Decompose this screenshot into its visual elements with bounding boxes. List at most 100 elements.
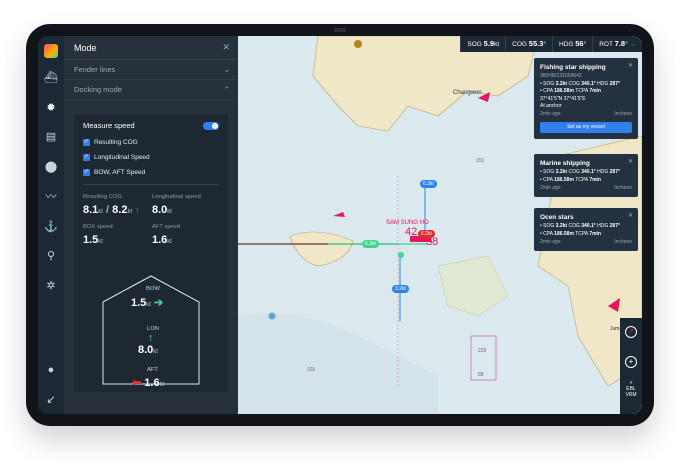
map-icon[interactable]: ▤	[43, 129, 59, 145]
measure-speed-toggle[interactable]	[203, 121, 219, 130]
depth-label: 88	[478, 372, 484, 378]
place-label: Changwon	[453, 90, 482, 96]
bow-value: 1.5kt ➔	[131, 297, 164, 309]
vessel-cpa-row: • CPA 186.58m TCPA 7min	[540, 176, 601, 183]
section-docking-mode[interactable]: Docking mode ⌃	[64, 80, 238, 100]
vessel-cpa-row: • CPA 186.58m TCPA 7min	[540, 88, 601, 94]
arrow-up-icon: ↑	[135, 205, 140, 215]
vessel-title: Ocen stars	[540, 214, 574, 221]
target-num-1: 42	[405, 226, 418, 238]
vessel-sog-row: • SOG 3.2kt COG 340.1° HDG 287°	[540, 223, 620, 229]
close-icon[interactable]: ✕	[628, 62, 633, 69]
tablet-device: ⛴ ✹ ▤ ⬤ 〰 ⚓ ⚲ ✲ ● ↙ Mode ✕ Fender lines …	[26, 24, 654, 426]
vessel-time: 2min ago	[540, 238, 561, 245]
option-longitudinal-speed[interactable]: ✓ Longitudinal Speed	[83, 154, 150, 161]
speed-tag[interactable]: 6.2kt	[418, 230, 435, 238]
compass-icon[interactable]: ➚	[625, 326, 637, 338]
rot-readout: ROT 7.8° →	[592, 36, 642, 52]
aft-speed-label: AFT speed	[152, 224, 181, 230]
box-speed-label: BOX speed	[83, 224, 113, 230]
depth-label: 151	[476, 158, 485, 164]
sidebar: ⛴ ✹ ▤ ⬤ 〰 ⚓ ⚲ ✲ ● ↙	[38, 36, 64, 414]
vessel-cpa-row: • CPA 186.58m TCPA 7min	[540, 230, 601, 237]
vessel-port: Incheon	[614, 238, 632, 245]
vessel-card[interactable]: ✕ Fishing star shipping 380HB/231658642 …	[534, 58, 638, 139]
option-label: BOW, AFT Speed	[94, 169, 146, 176]
depth-label: 229	[478, 348, 487, 354]
speed-tag[interactable]: 6.2kt	[362, 240, 379, 248]
mode-panel: Mode ✕ Fender lines ⌄ Docking mode ⌃ Mea…	[64, 36, 238, 414]
crosshair-icon[interactable]: +	[625, 356, 637, 368]
speed-tag[interactable]: 3.2kt	[392, 285, 409, 293]
arrow-left-icon: ⬅	[132, 377, 142, 389]
aft-speed-value: 1.6kt	[152, 234, 172, 246]
arrow-up-icon: ↑	[148, 332, 154, 344]
checkbox-icon[interactable]: ✓	[83, 154, 90, 161]
section-label: Docking mode	[74, 85, 122, 94]
hdg-readout: HDG 56°	[552, 36, 592, 52]
close-icon[interactable]: ✕	[628, 212, 633, 219]
vrm-label: VRM	[625, 392, 637, 398]
nav-status-bar: SOG 5.9kt COG 55.3° HDG 56° ROT 7.8° →	[460, 36, 642, 52]
anchor-icon[interactable]: ⚓	[43, 219, 59, 235]
box-speed-value: 1.5kt	[83, 234, 103, 246]
vessel-status: At anchor	[540, 103, 562, 109]
bow-label: BOW	[146, 286, 160, 292]
map-tools: ➚ + » EBL VRM	[620, 318, 642, 414]
arrow-right-icon: ➔	[154, 297, 164, 309]
vessel-time: 2min ago	[540, 111, 561, 117]
longitudinal-label: Longitudinal speed	[152, 194, 201, 200]
location-pin-icon[interactable]: ⬤	[43, 159, 59, 175]
chevron-down-icon: ⌄	[223, 65, 230, 74]
lon-value: 8.0kt	[138, 344, 158, 356]
depth-label: 101	[307, 367, 316, 373]
ship-icon[interactable]: ⛴	[43, 70, 59, 86]
cog-readout: COG 55.3°	[505, 36, 552, 52]
search-icon[interactable]: ⚲	[43, 248, 59, 264]
speed-tag[interactable]: 6.2kt	[420, 180, 437, 188]
section-fender-lines[interactable]: Fender lines ⌄	[64, 60, 238, 80]
option-label: Resulting COG	[94, 139, 138, 146]
screen: ⛴ ✹ ▤ ⬤ 〰 ⚓ ⚲ ✲ ● ↙ Mode ✕ Fender lines …	[38, 36, 642, 414]
resulting-cog-label: Resulting COG	[83, 194, 122, 200]
arrow-right-icon: →	[629, 41, 637, 48]
panel-title: Mode	[74, 42, 97, 53]
vessel-port: Incheon	[614, 111, 632, 117]
docking-card: Measure speed ✓ Resulting COG ✓ Longitudin…	[74, 114, 228, 392]
ebl-vrm-button[interactable]: » EBL VRM	[620, 380, 642, 398]
vessel-port: Incheon	[614, 184, 632, 191]
close-icon[interactable]: ✕	[222, 42, 230, 53]
vessel-card[interactable]: ✕ Ocen stars • SOG 3.2kt COG 340.1° HDG …	[534, 208, 638, 251]
route-icon[interactable]: 〰	[43, 189, 59, 205]
set-as-my-vessel-button[interactable]: Set as my vessel	[540, 122, 632, 133]
checkbox-icon[interactable]: ✓	[83, 169, 90, 176]
sog-readout: SOG 5.9kt	[460, 36, 505, 52]
user-icon[interactable]: ●	[43, 362, 59, 378]
chevron-up-icon: ⌃	[223, 85, 230, 94]
gear-icon[interactable]: ✹	[43, 100, 59, 116]
vessel-time: 2min ago	[540, 184, 561, 191]
vessel-id: 380HB/231658642	[540, 73, 582, 79]
option-bow-aft-speed[interactable]: ✓ BOW, AFT Speed	[83, 169, 145, 176]
camera	[334, 28, 346, 32]
vessel-title: Marine shipping	[540, 160, 590, 167]
vessel-sog-row: • SOG 3.2kt COG 340.1° HDG 287°	[540, 169, 620, 175]
panel-header: Mode ✕	[64, 36, 238, 60]
resulting-cog-value: 8.1kt / 8.2kt ↑	[83, 204, 140, 216]
option-resulting-cog[interactable]: ✓ Resulting COG	[83, 139, 138, 146]
option-label: Longitudinal Speed	[94, 154, 150, 161]
aft-label: AFT	[147, 367, 158, 373]
vessel-coords: 37°41'5"N 37°41'5"E	[540, 95, 586, 102]
nautical-chart[interactable]: Changwon Jumanote SAM SUNG HO 42 38 6.2k…	[238, 36, 642, 414]
checkbox-icon[interactable]: ✓	[83, 139, 90, 146]
section-label: Fender lines	[74, 65, 116, 74]
divider	[83, 184, 219, 185]
collapse-icon[interactable]: ↙	[43, 392, 59, 408]
logo-icon	[44, 44, 58, 58]
vessel-card[interactable]: ✕ Marine shipping • SOG 3.2kt COG 340.1°…	[534, 154, 638, 197]
measure-speed-row: Measure speed	[83, 121, 219, 130]
longitudinal-value: 8.0kt	[152, 204, 172, 216]
aft-value: ⬅ 1.6kt	[132, 377, 165, 389]
settings-icon[interactable]: ✲	[43, 278, 59, 294]
close-icon[interactable]: ✕	[628, 158, 633, 165]
